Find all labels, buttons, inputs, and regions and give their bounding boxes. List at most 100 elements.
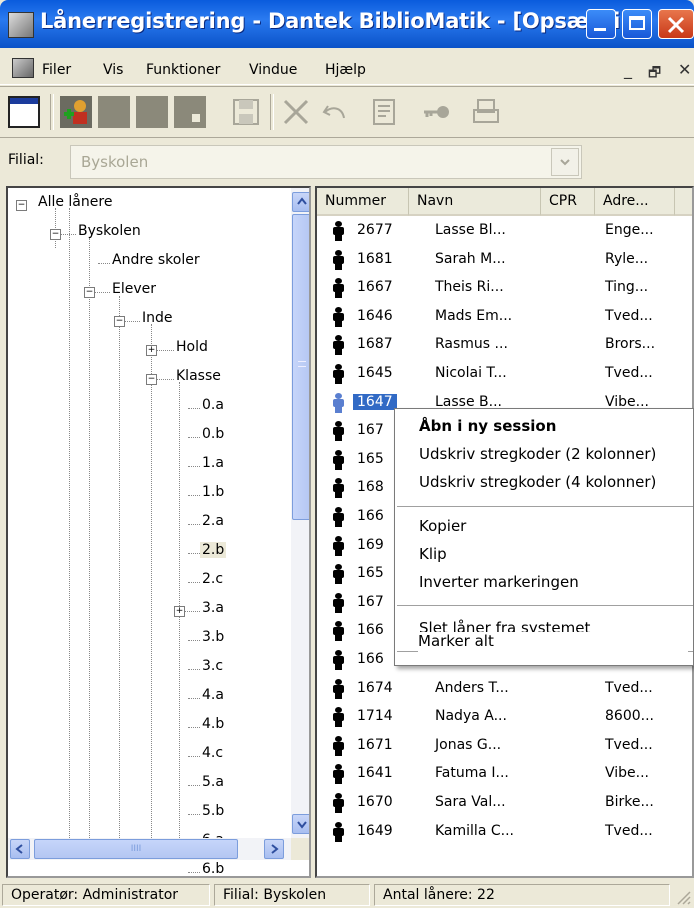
tree-horizontal-scrollbar[interactable]: IIII	[8, 838, 291, 860]
save-button[interactable]	[230, 96, 262, 128]
tree-connector	[55, 208, 56, 248]
tree-node[interactable]: Elever	[112, 281, 156, 297]
add-user-button[interactable]	[60, 96, 92, 128]
tree-node[interactable]: Alle lånere	[38, 194, 112, 210]
collapse-icon[interactable]: −	[84, 287, 95, 298]
menu-filer[interactable]: Filer	[42, 62, 71, 78]
table-row[interactable]: 1641 Fatuma I... Vibe...	[317, 761, 692, 789]
table-row[interactable]: 1645 Nicolai T... Tved...	[317, 361, 692, 389]
column-header-nummer[interactable]: Nummer	[317, 188, 409, 216]
tree-node[interactable]: Klasse	[176, 368, 221, 384]
edit-record-button[interactable]	[368, 96, 400, 128]
table-row[interactable]: 1681 Sarah M... Ryle...	[317, 247, 692, 275]
column-header-navn[interactable]: Navn	[409, 188, 541, 216]
edit-record-icon	[373, 99, 395, 125]
tree-node[interactable]: 2.b	[200, 542, 227, 558]
menu-funktioner[interactable]: Funktioner	[146, 62, 220, 78]
table-row[interactable]: 1670 Sara Val... Birke...	[317, 790, 692, 818]
menu-item-invert-selection[interactable]: Inverter markeringen	[419, 573, 579, 591]
table-row[interactable]: 1674 Anders T... Tved...	[317, 676, 692, 704]
menu-vis[interactable]: Vis	[103, 62, 123, 78]
tree-node[interactable]: Hold	[176, 339, 208, 355]
collapse-icon[interactable]: −	[50, 229, 61, 240]
menu-item-print-barcodes-2[interactable]: Udskriv stregkoder (2 kolonner)	[419, 445, 656, 463]
cell-navn: Kamilla C...	[435, 822, 514, 839]
toolbar-button-3[interactable]	[136, 96, 168, 128]
tree-node[interactable]: 0.a	[202, 397, 224, 413]
toolbar-button-2[interactable]	[98, 96, 130, 128]
collapse-icon[interactable]: −	[114, 316, 125, 327]
cell-nummer: 1646	[357, 307, 393, 324]
mdi-restore-button[interactable]: 🗗	[648, 62, 661, 86]
tree-node[interactable]: 4.a	[202, 687, 224, 703]
collapse-icon[interactable]: −	[16, 200, 27, 211]
tree-node[interactable]: 3.a	[202, 600, 224, 616]
minimize-button[interactable]	[586, 9, 616, 39]
borrower-tree[interactable]: Alle lånere − Byskolen − Andre skoler Elever −…	[6, 186, 311, 878]
resize-grip-icon[interactable]	[674, 888, 692, 906]
tree-node[interactable]: 2.a	[202, 513, 224, 529]
close-icon	[667, 16, 685, 34]
tree-node[interactable]: Andre skoler	[112, 252, 200, 268]
cell-navn: Sara Val...	[435, 794, 506, 810]
tree-node[interactable]: 3.b	[202, 629, 224, 645]
tree-vertical-scroll-thumb[interactable]	[292, 214, 309, 520]
chevron-down-icon	[297, 821, 307, 829]
menu-hjaelp[interactable]: Hjælp	[325, 62, 366, 78]
maximize-button[interactable]	[622, 9, 652, 39]
collapse-icon[interactable]: −	[146, 374, 157, 385]
tree-node[interactable]: 6.b	[202, 861, 224, 876]
app-icon[interactable]	[8, 12, 34, 38]
tree-node[interactable]: 4.b	[202, 716, 224, 732]
close-button[interactable]	[658, 9, 694, 39]
column-header-adresse[interactable]: Adre...	[595, 188, 675, 216]
tree-connector	[179, 382, 180, 852]
expand-icon[interactable]: +	[174, 606, 185, 617]
scroll-down-button[interactable]	[292, 814, 309, 834]
tree-node[interactable]: Inde	[142, 310, 173, 326]
menu-item-open-new-session[interactable]: Åbn i ny session	[419, 417, 556, 435]
menu-item-print-barcodes-4[interactable]: Udskriv stregkoder (4 kolonner)	[419, 473, 656, 491]
mdi-minimize-button[interactable]: _	[624, 60, 632, 79]
table-row[interactable]: 1667 Theis Ri... Ting...	[317, 275, 692, 303]
table-row[interactable]: 1714 Nadya A... 8600...	[317, 704, 692, 732]
tree-node[interactable]: 1.a	[202, 455, 224, 471]
toolbar-separator-2	[270, 94, 274, 130]
scroll-left-button[interactable]	[10, 839, 30, 859]
tree-node[interactable]: 0.b	[202, 426, 224, 442]
key-button[interactable]	[420, 96, 452, 128]
menu-vindue[interactable]: Vindue	[249, 62, 297, 78]
delete-button[interactable]	[280, 96, 312, 128]
menu-item-cut[interactable]: Klip	[419, 545, 447, 563]
tree-horizontal-scroll-thumb[interactable]: IIII	[34, 839, 238, 859]
table-row[interactable]: 1646 Mads Em... Tved...	[317, 304, 692, 332]
tree-vertical-scrollbar[interactable]	[291, 188, 309, 838]
table-row[interactable]: 2677 Lasse Bl... Enge...	[317, 218, 692, 246]
expand-icon[interactable]: +	[146, 345, 157, 356]
chevron-up-icon	[297, 197, 307, 205]
column-header-cpr[interactable]: CPR	[541, 188, 595, 216]
document-icon[interactable]	[12, 58, 34, 78]
menu-item-select-all[interactable]: Marker alt	[418, 632, 688, 654]
mdi-close-button[interactable]: ✕	[678, 60, 691, 79]
tree-node[interactable]: 4.c	[202, 745, 223, 761]
tree-node[interactable]: 1.b	[202, 484, 224, 500]
tree-node[interactable]: 5.b	[202, 803, 224, 819]
tree-node[interactable]: 3.c	[202, 658, 223, 674]
table-row[interactable]: 1649 Kamilla C... Tved...	[317, 819, 692, 847]
tree-node[interactable]: Byskolen	[78, 223, 141, 239]
scroll-right-button[interactable]	[264, 839, 284, 859]
new-window-button[interactable]	[8, 96, 40, 128]
menu-item-copy[interactable]: Kopier	[419, 517, 466, 535]
toolbar-button-4[interactable]	[174, 96, 206, 128]
undo-button[interactable]	[318, 96, 350, 128]
print-button[interactable]	[470, 96, 502, 128]
filial-dropdown-button[interactable]	[551, 148, 579, 176]
filial-select[interactable]: Byskolen	[70, 145, 582, 179]
table-row[interactable]: 1687 Rasmus ... Brors...	[317, 332, 692, 360]
scroll-up-button[interactable]	[292, 192, 309, 212]
person-icon	[331, 392, 345, 413]
tree-node[interactable]: 2.c	[202, 571, 223, 587]
tree-node[interactable]: 5.a	[202, 774, 224, 790]
table-row[interactable]: 1671 Jonas G... Tved...	[317, 733, 692, 761]
